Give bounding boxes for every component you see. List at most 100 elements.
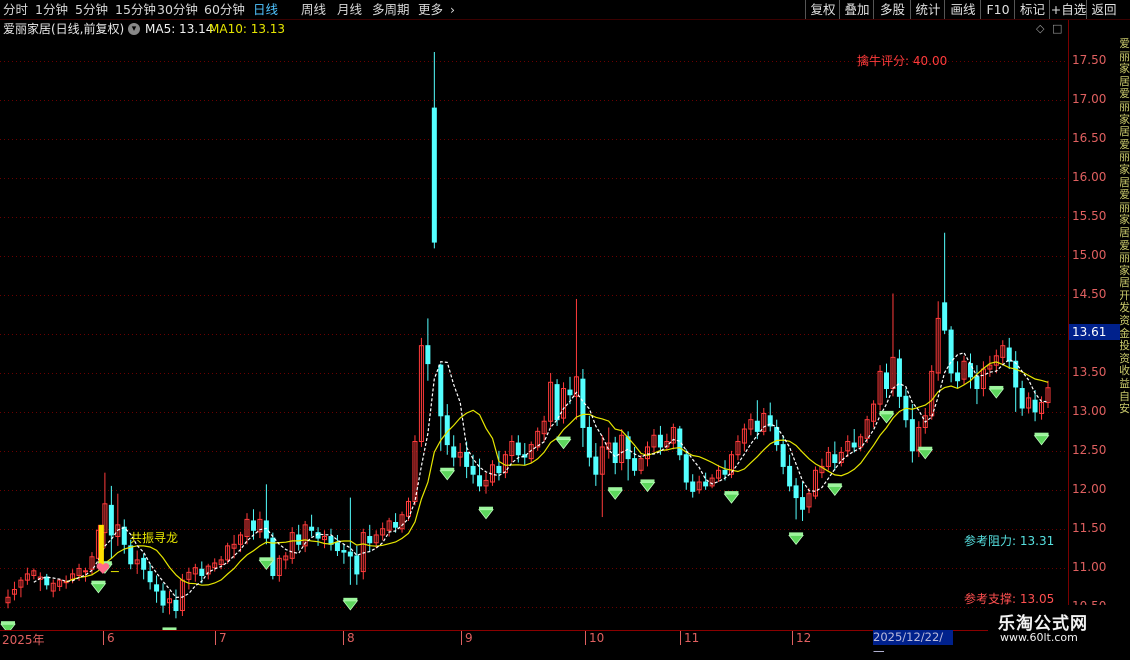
date-label-4: 9 — [461, 631, 473, 645]
buy-signal-icon-1 — [90, 583, 107, 594]
period-tab-9[interactable]: 多周期 — [372, 1, 410, 18]
candle-body-156 — [1013, 360, 1019, 388]
period-tab-0[interactable]: 分时 — [3, 1, 28, 18]
toolbar-button-7[interactable]: +自选 — [1049, 0, 1087, 19]
stock-title[interactable]: 爱丽家居(日线,前复权) — [3, 20, 124, 38]
info-strip[interactable]: 爱丽家居爱丽家居爱丽家居爱丽家居爱丽家居开发资金投资收益自安 — [1120, 20, 1130, 630]
score-label: 擒牛评分: 40.00 — [857, 54, 948, 68]
buy-signal-cap-7 — [479, 506, 494, 510]
price-label-0: 17.50 — [1072, 53, 1107, 68]
candle-body-94 — [612, 442, 618, 464]
price-label-11: 12.00 — [1072, 481, 1107, 496]
date-label-2: 7 — [215, 631, 227, 645]
candle-body-140 — [909, 419, 915, 452]
candle-body-67 — [438, 364, 444, 417]
buy-signal-icon-15 — [917, 449, 934, 460]
buy-signal-cap-10 — [640, 479, 655, 483]
candle-body-116 — [754, 420, 760, 432]
diamond-icon[interactable]: ◇ — [1036, 22, 1044, 35]
candle-body-24 — [160, 590, 166, 606]
resonance-bar — [98, 524, 104, 568]
candle-body-85 — [554, 384, 560, 421]
period-tab-8[interactable]: 月线 — [337, 1, 362, 18]
toolbar-button-3[interactable]: 统计 — [910, 0, 945, 19]
resonance-marker-label: 共振寻龙 — [130, 531, 179, 545]
candle-body-119 — [774, 426, 780, 446]
period-tab-4[interactable]: 30分钟 — [157, 1, 198, 18]
candle-body-123 — [800, 497, 806, 510]
buy-signal-icon-14 — [878, 413, 895, 424]
ma5-label: MA5: 13.14 — [145, 22, 214, 36]
candle-body-56 — [367, 536, 373, 544]
period-tab-1[interactable]: 1分钟 — [35, 1, 68, 18]
indicator-legend: 爱丽家居(日线,前复权) ▾ MA5: 13.14 MA10: 13.13 — [0, 20, 1068, 38]
candle-body-22 — [147, 571, 153, 583]
buy-signal-cap-12 — [789, 532, 804, 536]
toolbar-button-6[interactable]: 标记 — [1014, 0, 1050, 19]
candle-body-155 — [1006, 347, 1012, 362]
candle-body-53 — [347, 551, 353, 557]
candle-body-40 — [263, 520, 269, 539]
candle-body-150 — [974, 376, 980, 390]
buy-signal-cap-16 — [989, 385, 1004, 389]
candle-body-138 — [896, 358, 902, 397]
candle-body-72 — [470, 465, 476, 475]
toolbar-button-5[interactable]: F10 — [980, 0, 1015, 19]
price-label-2: 16.50 — [1072, 131, 1107, 146]
candle-body-145 — [942, 302, 948, 331]
candle-body-52 — [341, 550, 347, 553]
candle-body-97 — [632, 458, 638, 471]
buy-signal-cap-0 — [1, 621, 15, 625]
period-tab-7[interactable]: 周线 — [301, 1, 326, 18]
period-tab-10[interactable]: 更多 — [418, 1, 443, 18]
chevron-down-circle-icon[interactable]: ▾ — [128, 23, 140, 35]
candle-body-121 — [787, 465, 793, 487]
period-tab-6[interactable]: 日线 — [253, 1, 278, 18]
toolbar-button-1[interactable]: 叠加 — [839, 0, 874, 19]
price-label-1: 17.00 — [1072, 92, 1107, 107]
candle-body-38 — [250, 520, 256, 531]
candle-body-6 — [44, 576, 50, 586]
candle-body-106 — [690, 481, 696, 492]
buy-signal-icon-16 — [988, 388, 1005, 399]
candle-body-87 — [567, 389, 573, 396]
ma10-label: MA10: 13.13 — [209, 22, 286, 36]
candle-body-122 — [793, 485, 799, 499]
candle-body-147 — [955, 372, 961, 382]
candle-body-21 — [141, 557, 147, 570]
toolbar-button-2[interactable]: 多股 — [873, 0, 911, 19]
buy-signal-icon-9 — [607, 489, 624, 500]
buy-signal-cap-4 — [259, 557, 274, 561]
candle-body-71 — [464, 451, 470, 467]
candle-body-65 — [425, 345, 431, 365]
candle-body-159 — [1032, 399, 1038, 413]
price-label-3: 16.00 — [1072, 170, 1107, 185]
price-label-8: 13.50 — [1072, 364, 1107, 379]
candle-body-19 — [128, 545, 134, 565]
current-price-box: 13.61 — [1069, 324, 1121, 340]
candle-body-157 — [1019, 388, 1025, 409]
toolbar-button-8[interactable]: 返回 — [1086, 0, 1121, 19]
candle-body-131 — [851, 442, 857, 448]
watermark-url: www.60lt.com — [1000, 631, 1078, 644]
square-icon[interactable]: □ — [1052, 22, 1062, 35]
toolbar-button-4[interactable]: 画线 — [944, 0, 981, 19]
candle-body-128 — [832, 454, 838, 464]
buy-signal-icon-11 — [723, 493, 740, 504]
candle-body-146 — [948, 329, 954, 374]
resistance-label: 参考阻力: 13.31 — [964, 534, 1055, 548]
candle-body-108 — [703, 481, 709, 487]
buy-signal-icon-7 — [478, 509, 494, 520]
period-tab-2[interactable]: 5分钟 — [75, 1, 108, 18]
period-tab-3[interactable]: 15分钟 — [115, 1, 156, 18]
buy-signal-cap-11 — [724, 491, 739, 495]
chevron-right-icon[interactable]: › — [450, 1, 455, 18]
candle-body-111 — [722, 469, 728, 475]
buy-signal-icon-17 — [1033, 435, 1050, 446]
toolbar-button-0[interactable]: 复权 — [805, 0, 840, 19]
date-label-5: 10 — [585, 631, 604, 645]
buy-signal-cap-9 — [608, 487, 623, 491]
buy-signal-icon-13 — [827, 485, 843, 496]
candle-body-60 — [393, 522, 399, 528]
period-tab-5[interactable]: 60分钟 — [204, 1, 245, 18]
